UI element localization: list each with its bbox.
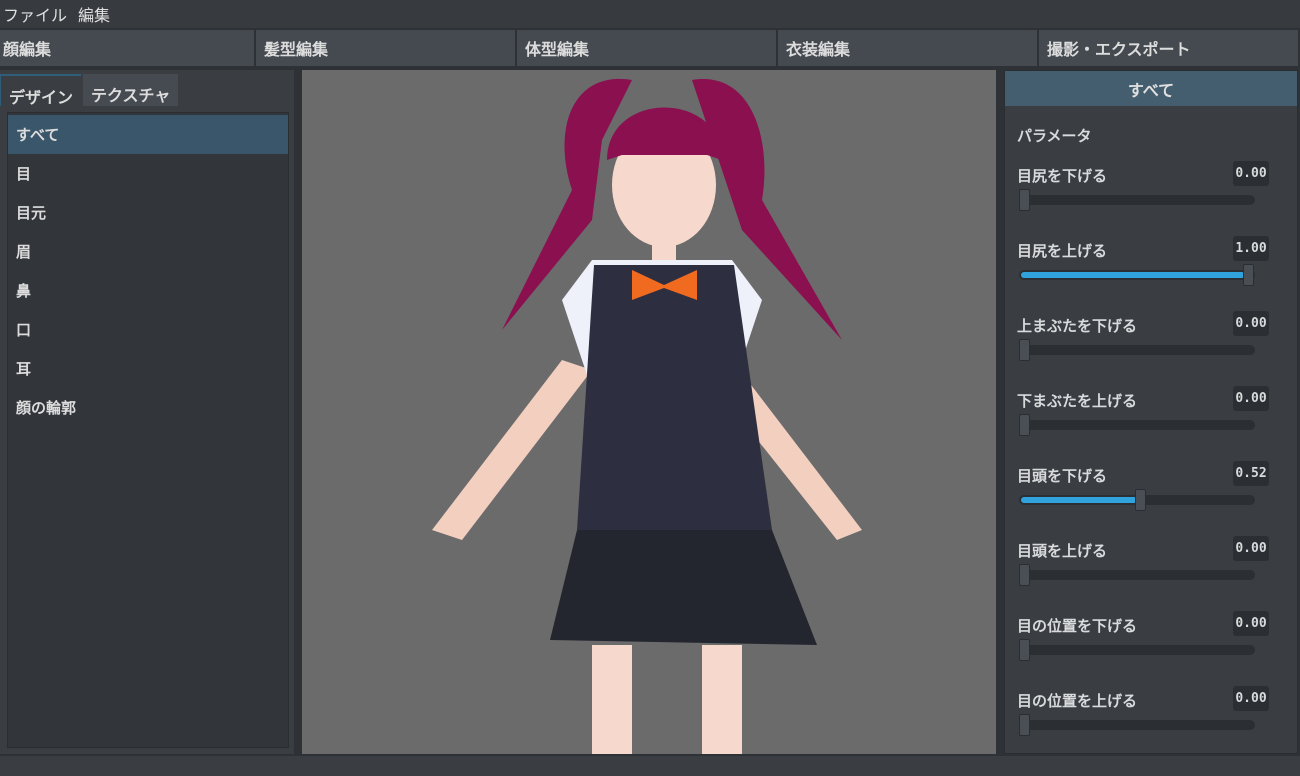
tab-hair-edit[interactable]: 髪型編集 <box>256 30 517 66</box>
parameter-slider[interactable] <box>1019 264 1255 286</box>
parameter-row: 目の位置を上げる 0.00 <box>1017 686 1269 756</box>
parameter-value-input[interactable]: 1.00 <box>1233 236 1269 261</box>
parameter-value-input[interactable]: 0.00 <box>1233 686 1269 711</box>
slider-thumb[interactable] <box>1019 639 1030 661</box>
category-eye-area[interactable]: 目元 <box>8 193 288 232</box>
status-bar <box>0 756 1300 776</box>
parameter-slider[interactable] <box>1019 489 1255 511</box>
slider-thumb[interactable] <box>1019 189 1030 211</box>
category-list: すべて 目 目元 眉 鼻 口 耳 顔の輪郭 <box>7 112 289 748</box>
category-nose[interactable]: 鼻 <box>8 271 288 310</box>
parameter-label: 目頭を上げる <box>1017 542 1108 560</box>
parameter-label: 上まぶたを下げる <box>1017 317 1138 335</box>
parameter-slider[interactable] <box>1019 189 1255 211</box>
slider-fill <box>1021 497 1137 503</box>
tab-outfit-edit[interactable]: 衣装編集 <box>778 30 1039 66</box>
parameter-slider[interactable] <box>1019 414 1255 436</box>
slider-thumb[interactable] <box>1019 564 1030 586</box>
parameter-value-input[interactable]: 0.00 <box>1233 536 1269 561</box>
slider-thumb[interactable] <box>1019 414 1030 436</box>
slider-thumb[interactable] <box>1019 714 1030 736</box>
slider-thumb[interactable] <box>1243 264 1254 286</box>
parameter-panel: すべて パラメータ 目尻を下げる 0.00 目尻を上げる 1.00 上まぶたを下… <box>1004 70 1298 754</box>
category-all[interactable]: すべて <box>8 115 288 154</box>
parameter-label: 下まぶたを上げる <box>1017 392 1138 410</box>
category-mouth[interactable]: 口 <box>8 310 288 349</box>
slider-fill <box>1021 272 1245 278</box>
subtab-design[interactable]: デザイン <box>0 74 82 107</box>
parameter-value-input[interactable]: 0.00 <box>1233 161 1269 186</box>
parameter-value-input[interactable]: 0.00 <box>1233 386 1269 411</box>
subtab-texture[interactable]: テクスチャ <box>83 74 179 106</box>
parameter-label: 目尻を下げる <box>1017 167 1108 185</box>
menu-file[interactable]: ファイル <box>0 2 75 26</box>
parameter-value-input[interactable]: 0.52 <box>1233 461 1269 486</box>
slider-thumb[interactable] <box>1135 489 1146 511</box>
tab-body-edit[interactable]: 体型編集 <box>517 30 778 66</box>
menu-edit[interactable]: 編集 <box>75 2 118 26</box>
parameter-slider[interactable] <box>1019 339 1255 361</box>
parameter-label: 目の位置を上げる <box>1017 692 1138 710</box>
parameter-row: 下まぶたを上げる 0.00 <box>1017 386 1269 456</box>
parameter-slider[interactable] <box>1019 714 1255 736</box>
left-panel: デザイン テクスチャ すべて 目 目元 眉 鼻 口 耳 顔の輪郭 <box>0 70 294 754</box>
parameter-label: 目尻を上げる <box>1017 242 1108 260</box>
parameter-header: すべて <box>1005 71 1297 106</box>
menu-bar: ファイル 編集 <box>0 0 1300 28</box>
parameter-label: 目頭を下げる <box>1017 467 1108 485</box>
slider-thumb[interactable] <box>1019 339 1030 361</box>
category-face-outline[interactable]: 顔の輪郭 <box>8 388 288 427</box>
parameter-value-input[interactable]: 0.00 <box>1233 611 1269 636</box>
category-eye[interactable]: 目 <box>8 154 288 193</box>
parameter-row: 目の位置を下げる 0.00 <box>1017 611 1269 681</box>
parameter-slider[interactable] <box>1019 564 1255 586</box>
tab-face-edit[interactable]: 顔編集 <box>0 30 256 66</box>
parameter-row: 上まぶたを下げる 0.00 <box>1017 311 1269 381</box>
parameter-section-title: パラメータ <box>1017 127 1092 145</box>
category-eyebrow[interactable]: 眉 <box>8 232 288 271</box>
parameter-value-input[interactable]: 0.00 <box>1233 311 1269 336</box>
parameter-row: 目尻を上げる 1.00 <box>1017 236 1269 306</box>
category-ear[interactable]: 耳 <box>8 349 288 388</box>
parameter-row: 目尻を下げる 0.00 <box>1017 161 1269 231</box>
parameter-row: 目頭を下げる 0.52 <box>1017 461 1269 531</box>
parameter-slider[interactable] <box>1019 639 1255 661</box>
tab-photo-export[interactable]: 撮影・エクスポート <box>1039 30 1300 66</box>
main-tabs: 顔編集 髪型編集 体型編集 衣装編集 撮影・エクスポート <box>0 30 1300 66</box>
3d-viewport[interactable] <box>302 70 996 754</box>
parameter-label: 目の位置を下げる <box>1017 617 1138 635</box>
parameter-row: 目頭を上げる 0.00 <box>1017 536 1269 606</box>
character-model <box>432 78 862 754</box>
